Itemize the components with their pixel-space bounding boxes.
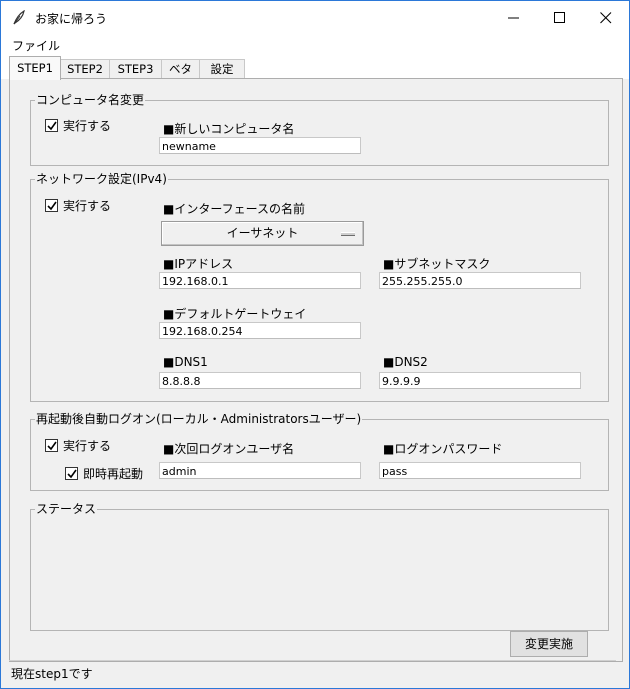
interface-name-label: ■インターフェースの名前 [163,202,306,216]
menu-file[interactable]: ファイル [12,37,60,54]
subnet-mask-label: ■サブネットマスク [383,257,491,271]
logon-password-label: ■ログオンパスワード [383,442,503,456]
next-logon-user-label: ■次回ログオンユーザ名 [163,442,295,456]
autologon-execute-checkbox[interactable] [45,439,58,452]
computer-name-group: コンピュータ名変更 [30,94,609,166]
feather-icon [11,9,27,26]
network-legend: ネットワーク設定(IPv4) [36,172,167,186]
computer-name-execute-label: 実行する [63,119,112,133]
dns1-label: ■DNS1 [163,355,208,369]
network-execute-checkbox[interactable] [45,199,58,212]
network-execute-label: 実行する [63,199,112,213]
title-bar[interactable]: お家に帰ろう [1,1,629,34]
new-computer-name-input[interactable]: newname [159,137,361,154]
statusbar-text: 現在step1です [11,667,93,681]
app-window: お家に帰ろう ファイル STEP1 STEP2 STEP3 ベタ 設定 コンピュ… [0,0,630,689]
dns2-label: ■DNS2 [383,355,428,369]
window-title: お家に帰ろう [35,12,108,26]
menu-bar: ファイル [1,34,629,54]
autologon-legend: 再起動後自動ログオン(ローカル・Administratorsユーザー) [36,412,362,426]
tab-step2[interactable]: STEP2 [60,59,110,79]
subnet-mask-input[interactable]: 255.255.255.0 [379,272,581,289]
immediate-reboot-checkbox[interactable] [65,467,78,480]
default-gateway-input[interactable]: 192.168.0.254 [159,322,361,339]
tab-step1[interactable]: STEP1 [9,56,61,80]
ip-address-input[interactable]: 192.168.0.1 [159,272,361,289]
immediate-reboot-label: 即時再起動 [83,467,144,481]
status-legend: ステータス [36,502,97,516]
tab-strip: STEP1 STEP2 STEP3 ベタ 設定 [1,54,629,80]
close-button[interactable] [583,1,629,34]
next-logon-user-input[interactable]: admin [159,462,361,479]
apply-changes-button[interactable]: 変更実施 [510,631,588,657]
minimize-button[interactable] [491,1,537,34]
ip-address-label: ■IPアドレス [163,257,234,271]
maximize-button[interactable] [537,1,583,34]
default-gateway-label: ■デフォルトゲートウェイ [163,307,307,321]
tab-step3[interactable]: STEP3 [109,59,162,79]
statusbar-divider [9,660,616,661]
computer-name-legend: コンピュータ名変更 [36,93,145,107]
new-computer-name-label: ■新しいコンピュータ名 [163,122,295,136]
tab-settings[interactable]: 設定 [199,59,245,79]
autologon-execute-label: 実行する [63,439,112,453]
logon-password-input[interactable]: pass [379,462,581,479]
computer-name-execute-checkbox[interactable] [45,119,58,132]
interface-dropdown[interactable]: イーサネット [161,221,364,246]
interface-dropdown-value: イーサネット [226,226,299,240]
status-group: ステータス [30,503,609,631]
tab-beta[interactable]: ベタ [161,59,200,79]
dns2-input[interactable]: 9.9.9.9 [379,372,581,389]
dropdown-indicator-icon [341,232,355,236]
dns1-input[interactable]: 8.8.8.8 [159,372,361,389]
